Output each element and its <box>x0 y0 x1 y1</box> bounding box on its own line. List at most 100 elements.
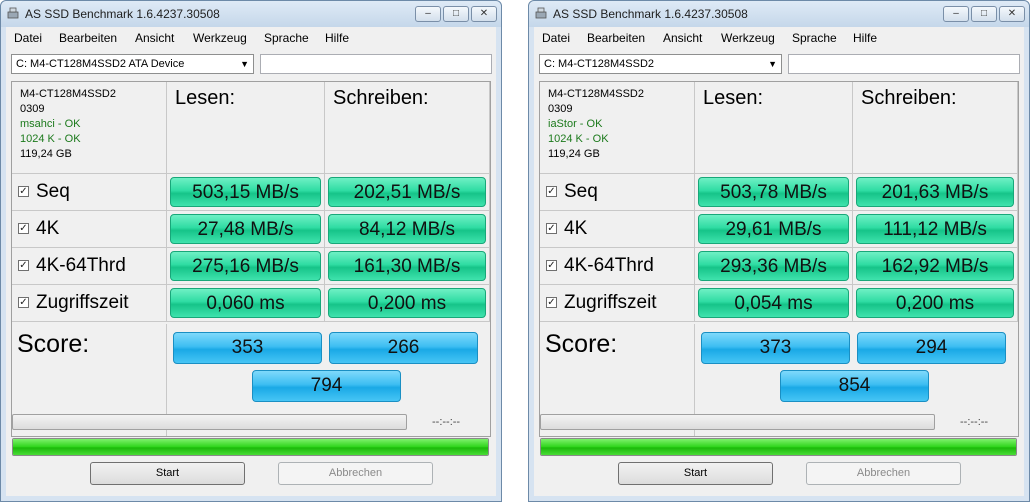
row-4k-64thrd: ✓ 4K-64Thrd <box>12 248 167 285</box>
write-cell: 201,63 MB/s <box>853 174 1018 211</box>
menu-datei[interactable]: Datei <box>14 31 42 45</box>
menu-hilfe[interactable]: Hilfe <box>325 31 349 45</box>
chevron-down-icon: ▼ <box>768 59 777 69</box>
window-title: AS SSD Benchmark 1.6.4237.30508 <box>25 7 220 21</box>
abort-button[interactable]: Abbrechen <box>806 462 961 485</box>
score-total: 854 <box>780 370 929 402</box>
start-button[interactable]: Start <box>90 462 245 485</box>
score-write: 294 <box>857 332 1006 364</box>
start-button[interactable]: Start <box>618 462 773 485</box>
driver-status: msahci - OK <box>20 118 81 130</box>
checkmark-icon: ✓ <box>547 186 556 197</box>
checkmark-icon: ✓ <box>547 260 556 271</box>
row-zugriffszeit: ✓ Zugriffszeit <box>12 285 167 322</box>
menu-sprache[interactable]: Sprache <box>264 31 309 45</box>
checkmark-icon: ✓ <box>19 297 28 308</box>
row-4k: ✓ 4K <box>12 211 167 248</box>
test-checkbox[interactable]: ✓ <box>18 223 29 234</box>
test-checkbox[interactable]: ✓ <box>18 260 29 271</box>
alignment-status: 1024 K - OK <box>20 133 81 145</box>
benchmark-window: AS SSD Benchmark 1.6.4237.30508 – □ ✕ Da… <box>528 0 1030 502</box>
row-label: Zugriffszeit <box>36 292 129 313</box>
test-checkbox[interactable]: ✓ <box>546 297 557 308</box>
write-value: 161,30 MB/s <box>328 251 486 281</box>
chevron-down-icon: ▼ <box>240 59 249 69</box>
score-total: 794 <box>252 370 401 402</box>
window-title: AS SSD Benchmark 1.6.4237.30508 <box>553 7 748 21</box>
read-value: 293,36 MB/s <box>698 251 849 281</box>
read-cell: 29,61 MB/s <box>695 211 853 248</box>
menu-datei[interactable]: Datei <box>542 31 570 45</box>
write-cell: 202,51 MB/s <box>325 174 490 211</box>
drive-model: M4-CT128M4SSD2 <box>548 88 644 100</box>
close-button[interactable]: ✕ <box>471 6 497 22</box>
row-seq: ✓ Seq <box>12 174 167 211</box>
close-button[interactable]: ✕ <box>999 6 1025 22</box>
drive-size: 119,24 GB <box>548 148 600 160</box>
elapsed-time: --:--:-- <box>432 416 461 428</box>
path-field[interactable] <box>788 54 1020 74</box>
benchmark-window: AS SSD Benchmark 1.6.4237.30508 – □ ✕ Da… <box>0 0 502 502</box>
minimize-icon: – <box>953 8 959 19</box>
row-zugriffszeit: ✓ Zugriffszeit <box>540 285 695 322</box>
results-panel: M4-CT128M4SSD2 0309 msahci - OK 1024 K -… <box>11 81 491 437</box>
title-bar[interactable]: AS SSD Benchmark 1.6.4237.30508 – □ ✕ <box>529 1 1029 27</box>
row-seq: ✓ Seq <box>540 174 695 211</box>
write-value: 111,12 MB/s <box>856 214 1014 244</box>
menu-bearbeiten[interactable]: Bearbeiten <box>587 31 645 45</box>
menu-bar: Datei Bearbeiten Ansicht Werkzeug Sprach… <box>6 27 496 47</box>
write-cell: 162,92 MB/s <box>853 248 1018 285</box>
total-progress-fill <box>541 439 1016 455</box>
row-4k: ✓ 4K <box>540 211 695 248</box>
elapsed-time: --:--:-- <box>960 416 989 428</box>
checkmark-icon: ✓ <box>547 297 556 308</box>
abort-button[interactable]: Abbrechen <box>278 462 433 485</box>
write-cell: 0,200 ms <box>853 285 1018 322</box>
read-value: 0,054 ms <box>698 288 849 318</box>
test-checkbox[interactable]: ✓ <box>18 186 29 197</box>
menu-ansicht[interactable]: Ansicht <box>135 31 174 45</box>
results-panel: M4-CT128M4SSD2 0309 iaStor - OK 1024 K -… <box>539 81 1019 437</box>
read-value: 275,16 MB/s <box>170 251 321 281</box>
drive-info: M4-CT128M4SSD2 0309 msahci - OK 1024 K -… <box>12 82 167 174</box>
menu-werkzeug[interactable]: Werkzeug <box>193 31 247 45</box>
client-area: Datei Bearbeiten Ansicht Werkzeug Sprach… <box>6 27 496 496</box>
client-area: Datei Bearbeiten Ansicht Werkzeug Sprach… <box>534 27 1024 496</box>
checkmark-icon: ✓ <box>19 223 28 234</box>
drive-info: M4-CT128M4SSD2 0309 iaStor - OK 1024 K -… <box>540 82 695 174</box>
minimize-button[interactable]: – <box>415 6 441 22</box>
write-value: 162,92 MB/s <box>856 251 1014 281</box>
read-value: 29,61 MB/s <box>698 214 849 244</box>
drive-select[interactable]: C: M4-CT128M4SSD2 ATA Device ▼ <box>11 54 254 74</box>
drive-select[interactable]: C: M4-CT128M4SSD2 ▼ <box>539 54 782 74</box>
read-cell: 503,78 MB/s <box>695 174 853 211</box>
row-label: 4K-64Thrd <box>564 255 654 276</box>
maximize-button[interactable]: □ <box>443 6 469 22</box>
write-header: Schreiben: <box>853 82 1018 174</box>
menu-ansicht[interactable]: Ansicht <box>663 31 702 45</box>
score-write: 266 <box>329 332 478 364</box>
alignment-status: 1024 K - OK <box>548 133 609 145</box>
menu-werkzeug[interactable]: Werkzeug <box>721 31 775 45</box>
driver-status: iaStor - OK <box>548 118 603 130</box>
score-read: 353 <box>173 332 322 364</box>
path-field[interactable] <box>260 54 492 74</box>
total-progress-fill <box>13 439 488 455</box>
minimize-icon: – <box>425 8 431 19</box>
read-cell: 275,16 MB/s <box>167 248 325 285</box>
menu-sprache[interactable]: Sprache <box>792 31 837 45</box>
maximize-button[interactable]: □ <box>971 6 997 22</box>
close-icon: ✕ <box>479 8 489 19</box>
test-checkbox[interactable]: ✓ <box>18 297 29 308</box>
score-read: 373 <box>701 332 850 364</box>
minimize-button[interactable]: – <box>943 6 969 22</box>
menu-hilfe[interactable]: Hilfe <box>853 31 877 45</box>
total-progress-bar <box>12 438 489 456</box>
menu-bearbeiten[interactable]: Bearbeiten <box>59 31 117 45</box>
read-cell: 0,054 ms <box>695 285 853 322</box>
test-checkbox[interactable]: ✓ <box>546 186 557 197</box>
title-bar[interactable]: AS SSD Benchmark 1.6.4237.30508 – □ ✕ <box>1 1 501 27</box>
drive-model: M4-CT128M4SSD2 <box>20 88 116 100</box>
test-checkbox[interactable]: ✓ <box>546 260 557 271</box>
test-checkbox[interactable]: ✓ <box>546 223 557 234</box>
